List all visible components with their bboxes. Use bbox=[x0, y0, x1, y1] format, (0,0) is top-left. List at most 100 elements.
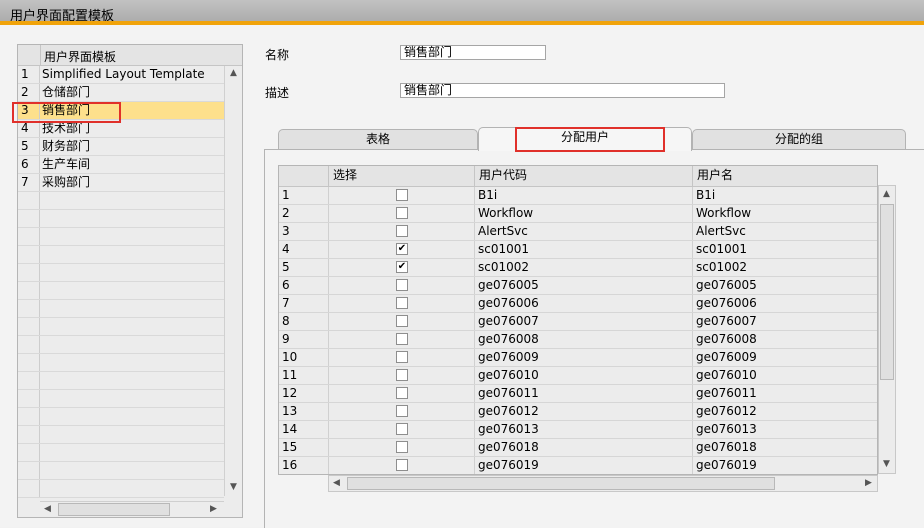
scroll-left-icon[interactable]: ◀ bbox=[333, 478, 340, 488]
row-number bbox=[18, 246, 40, 263]
table-row[interactable]: 13 ge076012 ge076012 bbox=[279, 403, 877, 421]
scroll-up-icon[interactable]: ▲ bbox=[883, 189, 890, 199]
empty-row[interactable] bbox=[18, 246, 224, 264]
user-name-cell: ge076018 bbox=[696, 440, 757, 454]
table-row[interactable]: 12 ge076011 ge076011 bbox=[279, 385, 877, 403]
template-row[interactable]: 7 采购部门 bbox=[18, 174, 224, 192]
select-checkbox[interactable] bbox=[396, 297, 408, 309]
table-row[interactable]: 6 ge076005 ge076005 bbox=[279, 277, 877, 295]
empty-row[interactable] bbox=[18, 444, 224, 462]
template-row[interactable]: 6 生产车间 bbox=[18, 156, 224, 174]
table-row[interactable]: 9 ge076008 ge076008 bbox=[279, 331, 877, 349]
empty-row[interactable] bbox=[18, 408, 224, 426]
hscroll-thumb[interactable] bbox=[347, 477, 775, 490]
user-grid-vscroll[interactable]: ▲ ▼ bbox=[878, 185, 896, 474]
template-row[interactable]: 2 仓储部门 bbox=[18, 84, 224, 102]
tab-assigned-groups[interactable]: 分配的组 bbox=[692, 129, 906, 150]
table-row[interactable]: 4 ✔ sc01001 sc01001 bbox=[279, 241, 877, 259]
table-row[interactable]: 3 AlertSvc AlertSvc bbox=[279, 223, 877, 241]
scroll-down-icon[interactable]: ▼ bbox=[230, 482, 237, 492]
scroll-right-icon[interactable]: ▶ bbox=[210, 504, 217, 514]
table-row[interactable]: 5 ✔ sc01002 sc01002 bbox=[279, 259, 877, 277]
empty-row[interactable] bbox=[18, 354, 224, 372]
select-checkbox[interactable] bbox=[396, 279, 408, 291]
scroll-right-icon[interactable]: ▶ bbox=[865, 478, 872, 488]
table-row[interactable]: 7 ge076006 ge076006 bbox=[279, 295, 877, 313]
template-list-hscroll[interactable]: ◀ ▶ bbox=[40, 501, 224, 517]
empty-row[interactable] bbox=[18, 318, 224, 336]
vscroll-thumb[interactable] bbox=[880, 204, 894, 380]
col-header-user-code[interactable]: 用户代码 bbox=[475, 166, 693, 186]
select-checkbox[interactable] bbox=[396, 315, 408, 327]
empty-row[interactable] bbox=[18, 390, 224, 408]
select-checkbox[interactable] bbox=[396, 387, 408, 399]
row-number: 12 bbox=[279, 385, 329, 402]
row-number bbox=[18, 480, 40, 497]
empty-row[interactable] bbox=[18, 210, 224, 228]
user-name-cell: ge076019 bbox=[696, 458, 757, 472]
col-header-select[interactable]: 选择 bbox=[329, 166, 475, 186]
table-row[interactable]: 8 ge076007 ge076007 bbox=[279, 313, 877, 331]
empty-row[interactable] bbox=[18, 372, 224, 390]
table-row[interactable]: 2 Workflow Workflow bbox=[279, 205, 877, 223]
select-cell bbox=[329, 421, 475, 438]
row-number bbox=[18, 318, 40, 335]
scroll-left-icon[interactable]: ◀ bbox=[44, 504, 51, 514]
select-checkbox[interactable] bbox=[396, 225, 408, 237]
row-number: 3 bbox=[279, 223, 329, 240]
user-code-cell: ge076019 bbox=[475, 457, 693, 474]
select-checkbox[interactable] bbox=[396, 441, 408, 453]
empty-row[interactable] bbox=[18, 426, 224, 444]
table-row[interactable]: 14 ge076013 ge076013 bbox=[279, 421, 877, 439]
name-field[interactable]: 销售部门 bbox=[400, 45, 546, 60]
select-cell bbox=[329, 403, 475, 420]
empty-row[interactable] bbox=[18, 264, 224, 282]
select-cell bbox=[329, 367, 475, 384]
user-code-cell: Workflow bbox=[475, 205, 693, 222]
select-checkbox[interactable] bbox=[396, 369, 408, 381]
highlight-selected-template bbox=[12, 102, 121, 123]
template-row[interactable]: 5 财务部门 bbox=[18, 138, 224, 156]
select-checkbox[interactable]: ✔ bbox=[396, 261, 408, 273]
table-row[interactable]: 1 B1i B1i bbox=[279, 187, 877, 205]
scroll-up-icon[interactable]: ▲ bbox=[230, 68, 237, 78]
user-grid-header: 选择 用户代码 用户名 bbox=[279, 166, 877, 187]
select-cell bbox=[329, 313, 475, 330]
empty-row[interactable] bbox=[18, 336, 224, 354]
template-list-header-label: 用户界面模板 bbox=[44, 50, 117, 64]
select-cell bbox=[329, 187, 475, 204]
hscroll-thumb[interactable] bbox=[58, 503, 170, 516]
empty-row[interactable] bbox=[18, 300, 224, 318]
template-row[interactable]: 1 Simplified Layout Template bbox=[18, 66, 224, 84]
select-checkbox[interactable] bbox=[396, 423, 408, 435]
user-name-cell: sc01001 bbox=[696, 242, 748, 256]
select-checkbox[interactable] bbox=[396, 189, 408, 201]
row-number: 11 bbox=[279, 367, 329, 384]
empty-row[interactable] bbox=[18, 480, 224, 498]
tab-form[interactable]: 表格 bbox=[278, 129, 478, 150]
empty-row[interactable] bbox=[18, 282, 224, 300]
select-checkbox[interactable] bbox=[396, 207, 408, 219]
select-checkbox[interactable] bbox=[396, 333, 408, 345]
empty-row[interactable] bbox=[18, 228, 224, 246]
table-row[interactable]: 10 ge076009 ge076009 bbox=[279, 349, 877, 367]
select-checkbox[interactable] bbox=[396, 351, 408, 363]
template-list-header: 用户界面模板 bbox=[18, 45, 242, 66]
col-header-user-name[interactable]: 用户名 bbox=[693, 166, 877, 186]
description-field[interactable]: 销售部门 bbox=[400, 83, 725, 98]
select-checkbox[interactable] bbox=[396, 459, 408, 471]
empty-row[interactable] bbox=[18, 192, 224, 210]
scroll-down-icon[interactable]: ▼ bbox=[883, 459, 890, 469]
user-grid-hscroll[interactable]: ◀ ▶ bbox=[328, 475, 878, 492]
row-number: 5 bbox=[18, 138, 40, 155]
row-number: 7 bbox=[18, 174, 40, 191]
select-checkbox[interactable]: ✔ bbox=[396, 243, 408, 255]
user-name-cell: ge076012 bbox=[696, 404, 757, 418]
select-checkbox[interactable] bbox=[396, 405, 408, 417]
table-row[interactable]: 11 ge076010 ge076010 bbox=[279, 367, 877, 385]
empty-row[interactable] bbox=[18, 462, 224, 480]
table-row[interactable]: 15 ge076018 ge076018 bbox=[279, 439, 877, 457]
table-row[interactable]: 16 ge076019 ge076019 bbox=[279, 457, 877, 474]
template-list-vscroll[interactable]: ▲ ▼ bbox=[224, 66, 242, 496]
row-number bbox=[18, 228, 40, 245]
